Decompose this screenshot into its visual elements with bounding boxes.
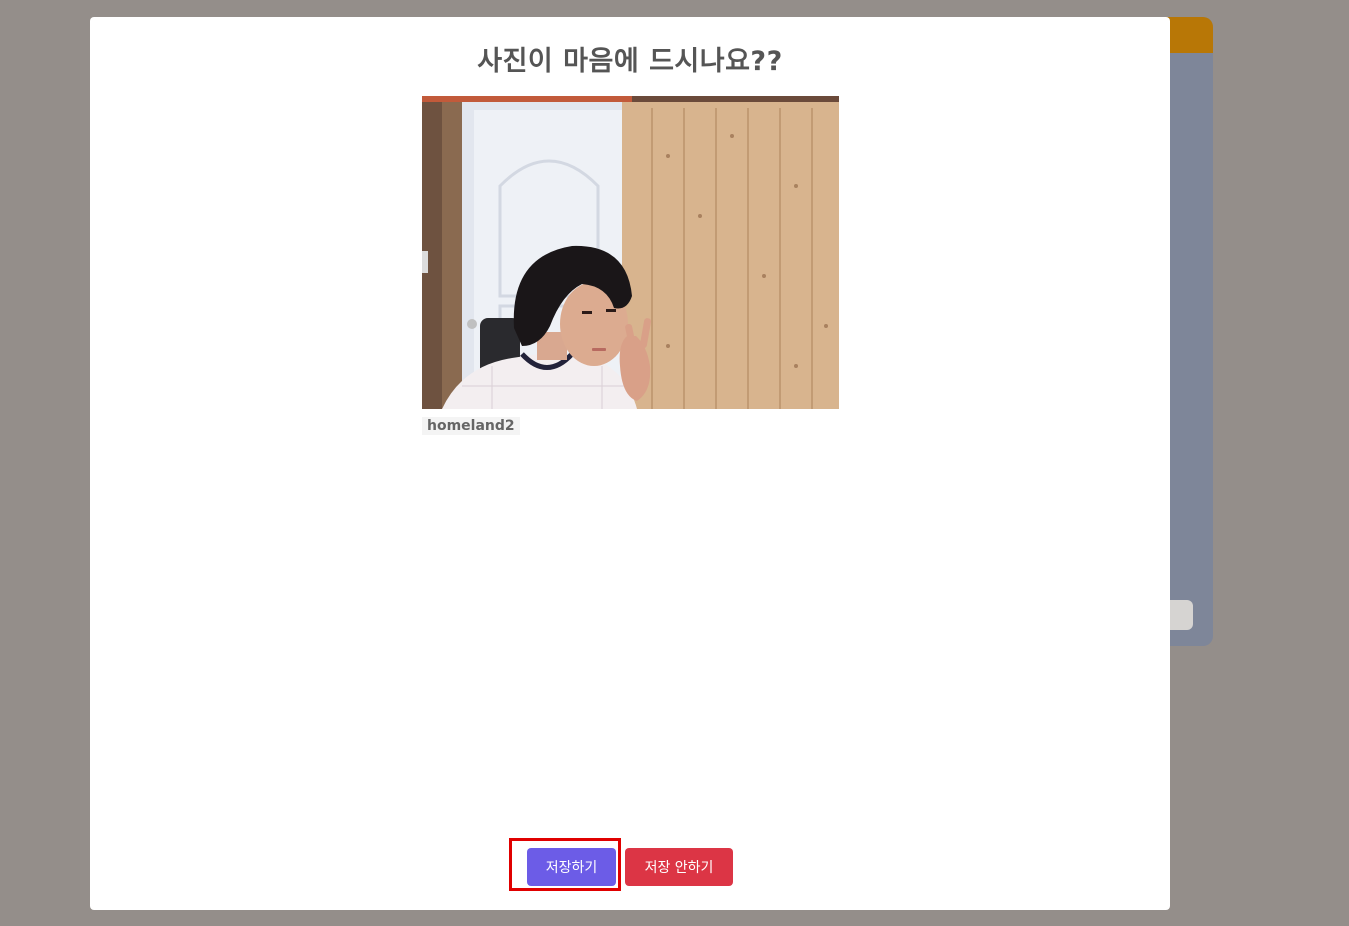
captured-photo [422,96,839,409]
dont-save-button[interactable]: 저장 안하기 [625,848,733,886]
save-button[interactable]: 저장하기 [527,848,616,886]
photo-confirm-modal: 사진이 마음에 드시나요?? homeland2 저장하기 저장 안하기 [90,17,1170,910]
modal-title: 사진이 마음에 드시나요?? [477,46,783,77]
photo-caption: homeland2 [422,417,520,435]
